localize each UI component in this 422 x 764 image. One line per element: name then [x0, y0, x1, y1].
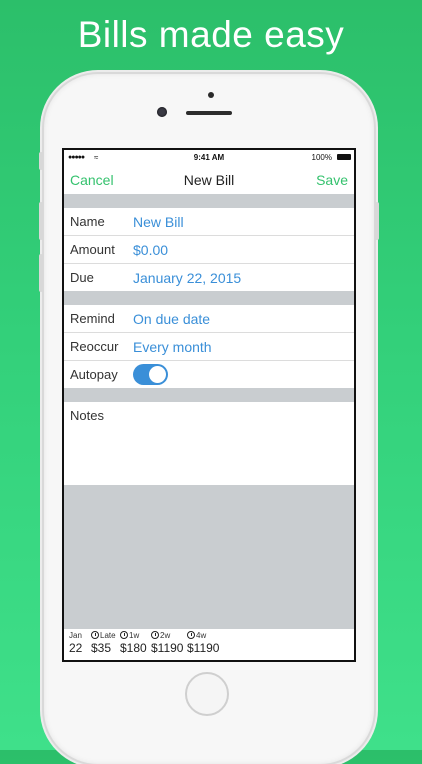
- 4w-label: 4w: [196, 631, 207, 640]
- 1w-amount: $180: [120, 641, 147, 655]
- volume-up-button: [39, 202, 43, 240]
- late-label: Late: [100, 631, 116, 640]
- phone-frame: ●●●●● ≈ 9:41 AM 100% Cancel New Bill Sav…: [39, 74, 379, 764]
- 4w-amount: $1190: [187, 641, 220, 655]
- clock-icon: [151, 631, 159, 639]
- remind-field[interactable]: On due date: [133, 311, 210, 327]
- headline: Bills made easy: [77, 14, 345, 55]
- section-gap: [64, 194, 354, 208]
- name-field[interactable]: New Bill: [133, 214, 184, 230]
- name-row[interactable]: Name New Bill: [64, 208, 354, 236]
- power-button: [375, 202, 379, 240]
- toggle-knob: [149, 366, 166, 383]
- 1w-label: 1w: [129, 631, 140, 640]
- volume-down-button: [39, 254, 43, 292]
- notes-field[interactable]: Notes: [64, 402, 354, 485]
- footer-4w: 4w $1190: [187, 631, 219, 655]
- autopay-row: Autopay: [64, 361, 354, 388]
- summary-footer: Jan 22 Late $35 1w $180 2w $1190 4w $119…: [64, 628, 354, 660]
- amount-label: Amount: [70, 242, 115, 257]
- footer-late: Late $35: [91, 631, 116, 655]
- battery-icon: [337, 154, 351, 160]
- footer-month: Jan: [69, 631, 82, 640]
- 2w-label: 2w: [160, 631, 171, 640]
- due-date-field[interactable]: January 22, 2015: [133, 270, 241, 286]
- mute-switch: [39, 152, 43, 170]
- clock-icon: [187, 631, 195, 639]
- autopay-toggle[interactable]: [133, 364, 168, 385]
- reoccur-field[interactable]: Every month: [133, 339, 212, 355]
- reoccur-label: Reoccur: [70, 339, 119, 354]
- amount-row[interactable]: Amount $0.00: [64, 236, 354, 264]
- footer-1w: 1w $180: [120, 631, 147, 655]
- save-button[interactable]: Save: [316, 172, 348, 188]
- battery-percent: 100%: [311, 153, 332, 162]
- due-label: Due: [70, 270, 94, 285]
- nav-bar: Cancel New Bill Save: [64, 166, 354, 194]
- home-button[interactable]: [185, 672, 229, 716]
- reoccur-row[interactable]: Reoccur Every month: [64, 333, 354, 361]
- app-screen: ●●●●● ≈ 9:41 AM 100% Cancel New Bill Sav…: [62, 148, 356, 662]
- remind-label: Remind: [70, 311, 115, 326]
- amount-field[interactable]: $0.00: [133, 242, 168, 258]
- status-bar: ●●●●● ≈ 9:41 AM 100%: [64, 150, 354, 166]
- sensor-dot: [208, 92, 214, 98]
- notes-label: Notes: [70, 408, 104, 423]
- section-gap: [64, 291, 354, 305]
- page-title: New Bill: [183, 172, 235, 188]
- autopay-label: Autopay: [70, 367, 118, 382]
- 2w-amount: $1190: [151, 641, 184, 655]
- remind-row[interactable]: Remind On due date: [64, 305, 354, 333]
- footer-2w: 2w $1190: [151, 631, 183, 655]
- empty-area: [64, 485, 354, 628]
- late-amount: $35: [91, 641, 112, 655]
- footer-day: 22: [69, 641, 83, 655]
- front-camera: [157, 107, 167, 117]
- name-label: Name: [70, 214, 105, 229]
- clock-icon: [120, 631, 128, 639]
- due-row[interactable]: Due January 22, 2015: [64, 264, 354, 291]
- status-time: 9:41 AM: [193, 153, 225, 162]
- clock-icon: [91, 631, 99, 639]
- section-gap: [64, 388, 354, 402]
- earpiece-speaker: [186, 111, 232, 115]
- footer-date: Jan 22: [69, 631, 82, 655]
